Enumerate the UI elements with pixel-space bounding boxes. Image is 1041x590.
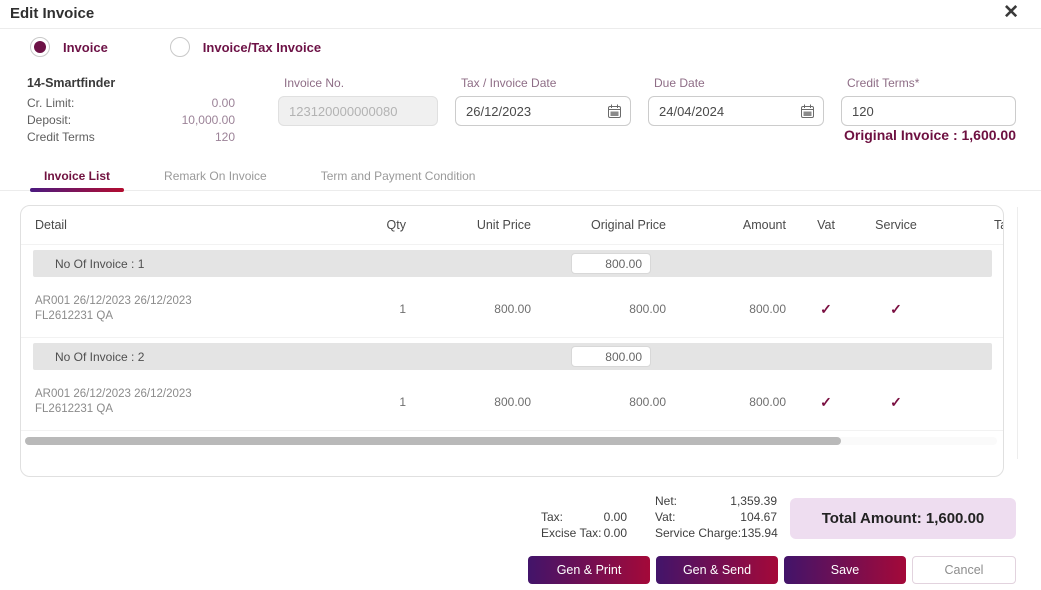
tax-value: 0.00 xyxy=(603,510,627,524)
cell-unit-price: 800.00 xyxy=(494,302,531,316)
total-amount-badge: Total Amount: 1,600.00 xyxy=(790,498,1016,539)
col-service: Service xyxy=(875,218,917,232)
cancel-button[interactable]: Cancel xyxy=(912,556,1016,584)
col-amount: Amount xyxy=(742,218,786,232)
vat-label: Vat: xyxy=(655,510,676,524)
table-row: AR001 26/12/2023 26/12/2023 FL2612231 QA… xyxy=(21,281,1003,338)
col-original-price: Original Price xyxy=(590,218,666,232)
footer-buttons: Gen & Print Gen & Send Save Cancel xyxy=(528,556,1016,584)
vat-check-icon: ✓ xyxy=(820,393,832,410)
vat-value: 104.67 xyxy=(740,510,777,524)
cell-detail: AR001 26/12/2023 26/12/2023 FL2612231 QA xyxy=(21,294,361,324)
due-date-label: Due Date xyxy=(654,76,705,90)
tab-invoice-list[interactable]: Invoice List xyxy=(30,162,125,192)
service-charge-label: Service Charge: xyxy=(655,526,742,540)
customer-row-credit-terms: Credit Terms 120 xyxy=(27,129,235,146)
horizontal-scrollbar[interactable] xyxy=(25,437,997,445)
cell-qty: 1 xyxy=(399,395,406,409)
radio-unselected-icon xyxy=(169,37,190,57)
invoice-no-field: Invoice No. xyxy=(278,76,438,126)
tab-term-and-payment-condition[interactable]: Term and Payment Condition xyxy=(307,162,490,190)
radio-invoice[interactable]: Invoice xyxy=(30,37,108,57)
service-check-icon: ✓ xyxy=(890,393,902,410)
cr-limit-value: 0.00 xyxy=(211,96,235,110)
tab-remark-on-invoice[interactable]: Remark On Invoice xyxy=(150,162,281,190)
invoice-line-table: Detail Qty Unit Price Original Price Amo… xyxy=(20,205,1004,477)
tax-invoice-date-input[interactable] xyxy=(455,96,631,126)
calendar-icon[interactable] xyxy=(607,104,622,124)
group-price-input[interactable] xyxy=(571,253,651,274)
summary-net-block: Net: 1,359.39 Vat: 104.67 Service Charge… xyxy=(655,493,778,541)
page-title: Edit Invoice xyxy=(10,5,95,22)
group-price-input[interactable] xyxy=(571,346,651,367)
radio-selected-icon xyxy=(30,37,50,57)
credit-terms-info-label: Credit Terms xyxy=(27,130,95,144)
detail-line-2: FL2612231 QA xyxy=(35,310,114,322)
net-value: 1,359.39 xyxy=(730,494,777,508)
tax-invoice-date-label: Tax / Invoice Date xyxy=(461,76,557,90)
credit-terms-field: Credit Terms* xyxy=(841,76,1016,126)
tab-bar: Invoice List Remark On Invoice Term and … xyxy=(0,162,1041,192)
tax-invoice-date-field: Tax / Invoice Date xyxy=(455,76,631,126)
group-header-label: No Of Invoice : 2 xyxy=(55,349,145,364)
cell-detail: AR001 26/12/2023 26/12/2023 FL2612231 QA xyxy=(21,387,361,417)
customer-row-deposit: Deposit: 10,000.00 xyxy=(27,112,235,129)
customer-info: 14-Smartfinder Cr. Limit: 0.00 Deposit: … xyxy=(27,76,235,146)
radio-invoice-tax-invoice-label: Invoice/Tax Invoice xyxy=(202,39,322,55)
detail-line-1: AR001 26/12/2023 26/12/2023 xyxy=(35,388,192,400)
vat-check-icon: ✓ xyxy=(820,300,832,317)
deposit-value: 10,000.00 xyxy=(181,113,235,127)
close-icon[interactable]: ✕ xyxy=(1003,2,1019,24)
due-date-input[interactable] xyxy=(648,96,824,126)
summary-tax-block: Tax: 0.00 Excise Tax: 0.00 xyxy=(541,509,627,541)
invoice-no-label: Invoice No. xyxy=(284,76,345,90)
col-vat: Vat xyxy=(817,218,835,232)
calendar-icon[interactable] xyxy=(800,104,815,124)
group-header-row: No Of Invoice : 1 xyxy=(33,250,992,277)
credit-terms-input[interactable] xyxy=(841,96,1016,126)
gen-send-button[interactable]: Gen & Send xyxy=(656,556,778,584)
col-qty: Qty xyxy=(386,218,406,232)
net-label: Net: xyxy=(655,494,678,508)
cell-amount: 800.00 xyxy=(749,302,786,316)
table-row: AR001 26/12/2023 26/12/2023 FL2612231 QA… xyxy=(21,374,1003,431)
credit-terms-info-value: 120 xyxy=(214,130,235,144)
radio-invoice-tax-invoice[interactable]: Invoice/Tax Invoice xyxy=(169,37,322,57)
cell-amount: 800.00 xyxy=(749,395,786,409)
customer-row-cr-limit: Cr. Limit: 0.00 xyxy=(27,95,235,112)
col-unit-price: Unit Price xyxy=(476,218,531,232)
group-header-row: No Of Invoice : 2 xyxy=(33,343,992,370)
due-date-field: Due Date xyxy=(648,76,824,126)
col-detail: Detail xyxy=(35,218,67,232)
cr-limit-label: Cr. Limit: xyxy=(27,96,75,110)
excise-tax-label: Excise Tax: xyxy=(541,526,602,540)
table-header-row: Detail Qty Unit Price Original Price Amo… xyxy=(21,206,1003,245)
cell-original-price: 800.00 xyxy=(629,395,666,409)
detail-line-1: AR001 26/12/2023 26/12/2023 xyxy=(35,295,192,307)
invoice-type-radio-group: Invoice Invoice/Tax Invoice xyxy=(30,37,321,57)
service-charge-value: 135.94 xyxy=(741,526,778,540)
save-button[interactable]: Save xyxy=(784,556,906,584)
deposit-label: Deposit: xyxy=(27,113,72,127)
header-divider xyxy=(0,28,1041,29)
customer-name: 14-Smartfinder xyxy=(27,76,116,90)
service-check-icon: ✓ xyxy=(890,300,902,317)
credit-terms-label: Credit Terms* xyxy=(847,76,920,90)
detail-line-2: FL2612231 QA xyxy=(35,403,114,415)
col-tax: Tax xyxy=(994,218,1003,232)
invoice-no-input xyxy=(278,96,438,126)
group-header-label: No Of Invoice : 1 xyxy=(55,256,145,271)
radio-invoice-label: Invoice xyxy=(63,39,108,55)
scrollbar-thumb[interactable] xyxy=(25,437,842,445)
excise-tax-value: 0.00 xyxy=(603,526,627,540)
gen-print-button[interactable]: Gen & Print xyxy=(528,556,650,584)
original-invoice-amount: Original Invoice : 1,600.00 xyxy=(844,127,1016,143)
panel-edge-divider xyxy=(1017,207,1018,459)
cell-qty: 1 xyxy=(399,302,406,316)
tax-label: Tax: xyxy=(541,510,564,524)
edit-invoice-modal: Edit Invoice ✕ Invoice Invoice/Tax Invoi… xyxy=(0,0,1041,590)
cell-unit-price: 800.00 xyxy=(494,395,531,409)
cell-original-price: 800.00 xyxy=(629,302,666,316)
